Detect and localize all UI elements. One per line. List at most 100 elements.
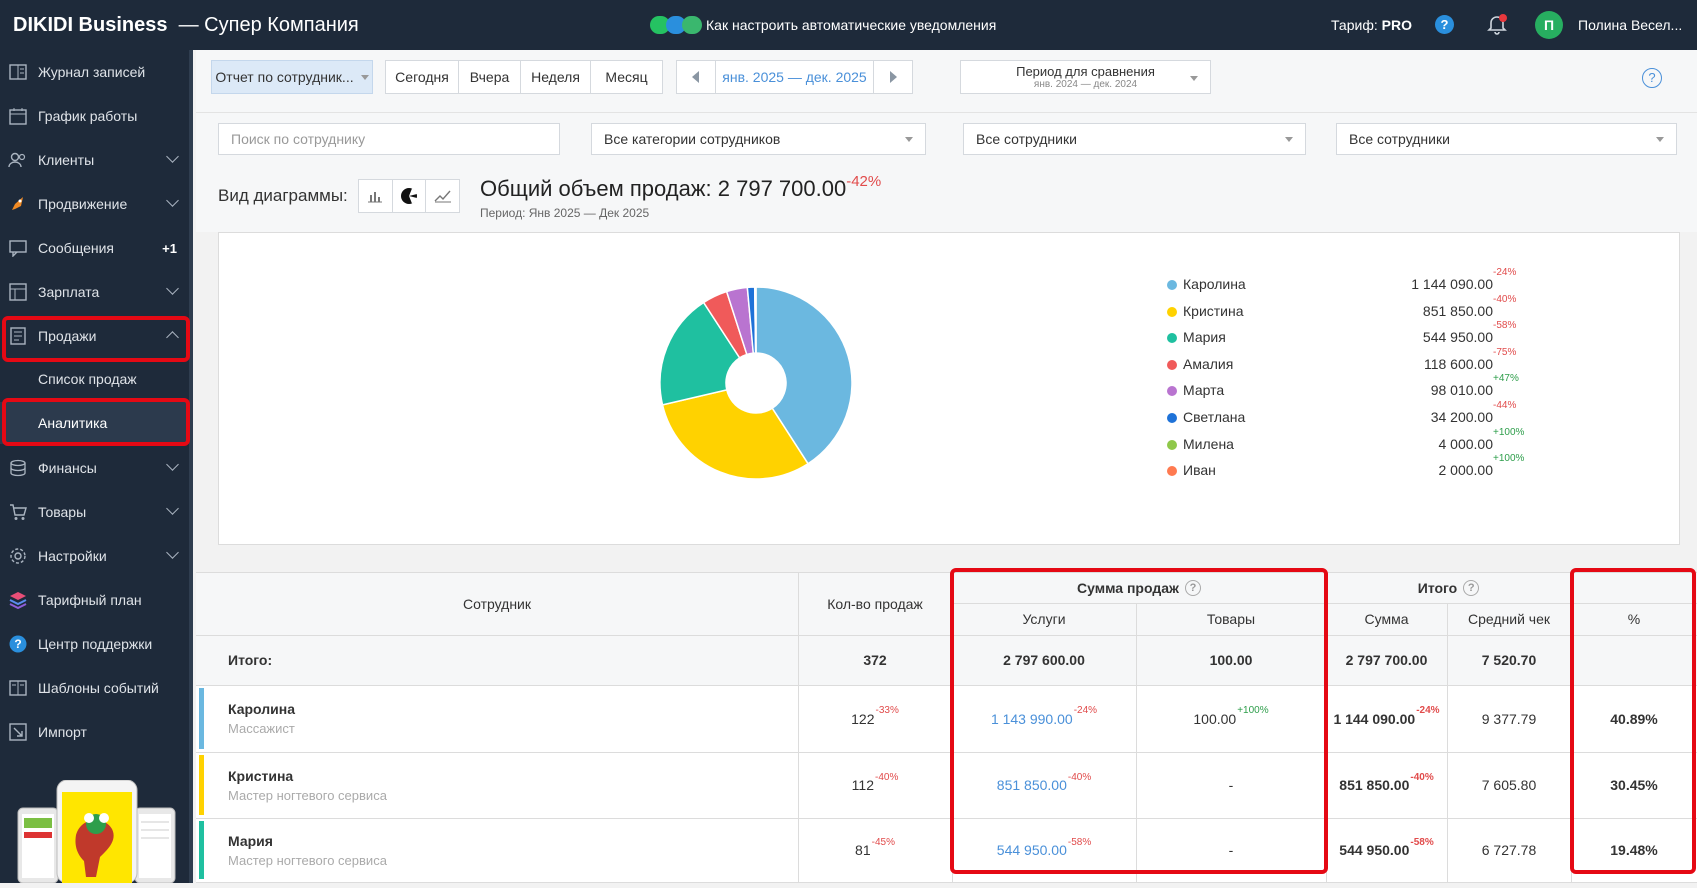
help-icon[interactable]: ?	[1642, 68, 1662, 88]
sidebar-item-goods[interactable]: Товары	[0, 490, 189, 534]
sidebar-item-promotion[interactable]: Продвижение	[0, 182, 189, 226]
sidebar-item-label: Журнал записей	[38, 64, 145, 80]
tariff-label[interactable]: Тариф: PRO	[1331, 17, 1412, 33]
chevron-down-icon	[166, 282, 179, 295]
next-period-button[interactable]	[873, 60, 913, 94]
help-icon[interactable]: ?	[1435, 15, 1454, 34]
top-bar: DIKIDI Business — Супер Компания Как нас…	[0, 0, 1697, 50]
legend-item[interactable]: Мария 544 950.00 -58%	[1167, 328, 1527, 348]
employees-select-1[interactable]: Все сотрудники	[963, 123, 1306, 155]
employee-role: Мастер ногтевого сервиса	[228, 788, 387, 803]
avatar[interactable]: П	[1535, 11, 1563, 39]
sales-table: Сотрудник Кол-во продаж Сумма продаж? Ус…	[196, 572, 1697, 883]
employees-select-2[interactable]: Все сотрудники	[1336, 123, 1677, 155]
bar-chart-icon[interactable]	[359, 180, 393, 212]
cart-icon	[8, 502, 28, 522]
total-change: -42%	[846, 173, 881, 190]
period-week-button[interactable]: Неделя	[520, 60, 591, 94]
col-sales-count[interactable]: Кол-во продаж	[798, 572, 952, 635]
legend-item[interactable]: Кристина 851 850.00 -40%	[1167, 302, 1527, 322]
line-chart-icon[interactable]	[426, 180, 459, 212]
employee-color-stripe	[199, 688, 204, 749]
legend-value: 34 200.00	[1431, 409, 1493, 425]
table-row-employee[interactable]: Кристина Мастер ногтевого сервиса	[228, 752, 387, 818]
legend-item[interactable]: Каролина 1 144 090.00 -24%	[1167, 275, 1527, 295]
row-sum: 851 850.00-40%	[1326, 752, 1447, 818]
sidebar-item-finance[interactable]: Финансы	[0, 446, 189, 490]
sidebar-item-schedule[interactable]: График работы	[0, 94, 189, 138]
legend-item[interactable]: Марта 98 010.00 +47%	[1167, 381, 1527, 401]
period-yesterday-button[interactable]: Вчера	[458, 60, 521, 94]
legend-value: 118 600.00	[1424, 356, 1493, 372]
legend-item[interactable]: Амалия 118 600.00 -75%	[1167, 355, 1527, 375]
legend-item[interactable]: Милена 4 000.00 +100%	[1167, 435, 1527, 455]
help-icon: ?	[8, 634, 28, 654]
legend-swatch	[1167, 280, 1177, 290]
totals-label: Итого:	[228, 635, 272, 685]
sidebar-item-settings[interactable]: Настройки	[0, 534, 189, 578]
legend-label: Марта	[1183, 382, 1224, 398]
change-badge: -45%	[872, 837, 895, 848]
change-badge: -58%	[1410, 837, 1433, 848]
sidebar-item-import[interactable]: Импорт	[0, 710, 189, 754]
sidebar-item-label: Импорт	[38, 724, 87, 740]
sidebar-subitem-sales-list[interactable]: Список продаж	[0, 358, 189, 400]
sidebar-item-label: Шаблоны событий	[38, 680, 159, 696]
help-icon[interactable]: ?	[1463, 580, 1479, 596]
col-sum[interactable]: Сумма	[1326, 603, 1447, 635]
legend-value: 851 850.00	[1423, 303, 1493, 319]
table-row-employee[interactable]: Каролина Массажист	[228, 685, 295, 752]
app-promo-image[interactable]	[14, 780, 179, 883]
highlight-sales-sum	[950, 568, 1328, 874]
period-today-button[interactable]: Сегодня	[385, 60, 459, 94]
chart-view-switcher	[358, 179, 460, 213]
legend-swatch	[1167, 360, 1177, 370]
sidebar-item-messages[interactable]: Сообщения +1	[0, 226, 189, 270]
table-row-employee[interactable]: Мария Мастер ногтевого сервиса	[228, 818, 387, 882]
row-count: 112-40%	[798, 752, 952, 818]
prev-period-button[interactable]	[676, 60, 716, 94]
bell-icon[interactable]	[1486, 14, 1508, 36]
period-month-button[interactable]: Месяц	[590, 60, 663, 94]
legend-value: 544 950.00	[1423, 329, 1493, 345]
chevron-right-icon	[888, 71, 898, 83]
sidebar-item-tariff[interactable]: Тарифный план	[0, 578, 189, 622]
change-badge: -24%	[1416, 705, 1439, 716]
sidebar-item-templates[interactable]: Шаблоны событий	[0, 666, 189, 710]
chart-header: Вид диаграммы: Общий объем продаж: 2 797…	[196, 166, 1697, 232]
legend-change: -75%	[1493, 347, 1516, 358]
user-name[interactable]: Полина Весел...	[1578, 17, 1682, 33]
sidebar-item-salary[interactable]: Зарплата	[0, 270, 189, 314]
employee-role: Мастер ногтевого сервиса	[228, 853, 387, 868]
col-employee[interactable]: Сотрудник	[196, 572, 798, 635]
legend-item[interactable]: Светлана 34 200.00 -44%	[1167, 408, 1527, 428]
coins-icon	[8, 458, 28, 478]
sidebar-item-clients[interactable]: Клиенты	[0, 138, 189, 182]
legend-change: +100%	[1493, 427, 1524, 438]
users-icon	[8, 150, 28, 170]
sidebar-item-label: Настройки	[38, 548, 107, 564]
pie-chart-icon[interactable]	[393, 180, 427, 212]
chevron-down-icon	[166, 502, 179, 515]
employee-search-input[interactable]: Поиск по сотруднику	[218, 123, 560, 155]
compare-period-select[interactable]: Период для сравнения янв. 2024 — дек. 20…	[960, 60, 1211, 94]
date-range-picker[interactable]: янв. 2025 — дек. 2025	[715, 60, 874, 94]
employee-role: Массажист	[228, 721, 295, 736]
legend-swatch	[1167, 307, 1177, 317]
legend-swatch	[1167, 333, 1177, 343]
sidebar-item-support[interactable]: ? Центр поддержки	[0, 622, 189, 666]
sidebar-scrollbar[interactable]	[189, 50, 193, 883]
report-type-select[interactable]: Отчет по сотрудник...	[211, 60, 373, 94]
employee-category-select[interactable]: Все категории сотрудников	[591, 123, 926, 155]
sidebar-item-journal[interactable]: Журнал записей	[0, 50, 189, 94]
col-avg-check[interactable]: Средний чек	[1447, 603, 1571, 635]
brand-title[interactable]: DIKIDI Business — Супер Компания	[13, 14, 359, 37]
chevron-down-icon	[905, 137, 913, 142]
row-count: 122-33%	[798, 685, 952, 752]
notifications-promo-link[interactable]: Как настроить автоматические уведомления	[650, 16, 996, 34]
legend-item[interactable]: Иван 2 000.00 +100%	[1167, 461, 1527, 481]
messenger-icons	[650, 16, 698, 34]
chevron-down-icon	[166, 150, 179, 163]
legend-label: Светлана	[1183, 409, 1245, 425]
import-icon	[8, 722, 28, 742]
